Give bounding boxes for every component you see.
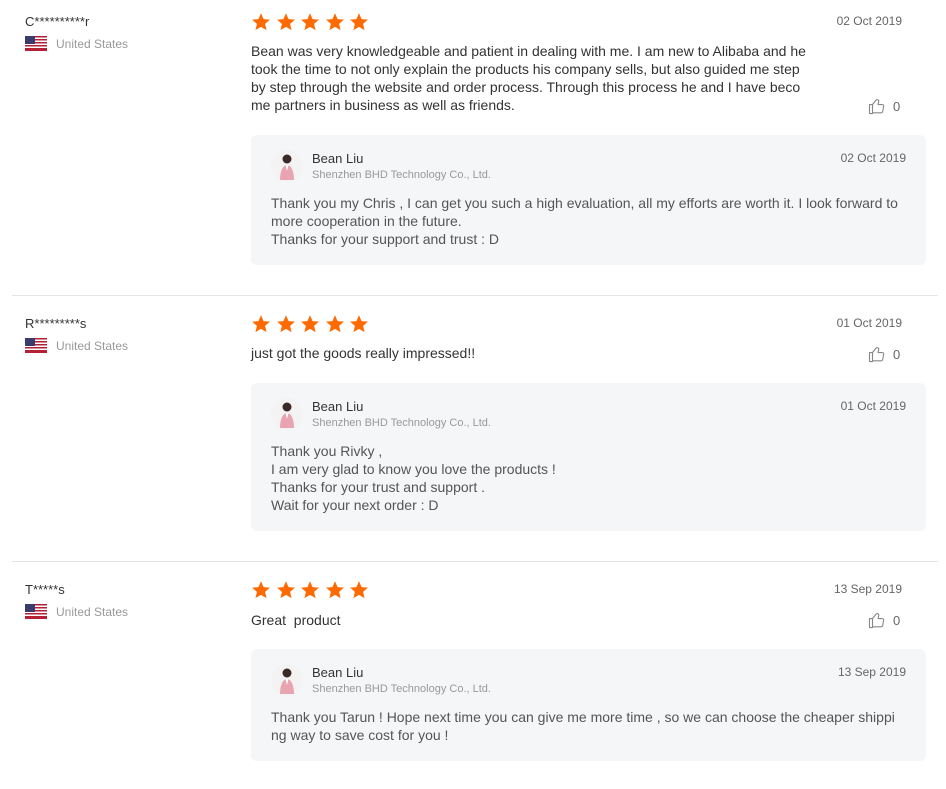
star-icon: [252, 315, 270, 333]
reply-text: Thank you my Chris , I can get you such …: [271, 195, 898, 247]
buyer-name: C**********r: [25, 14, 90, 29]
buyer-info: T*****s United States: [25, 582, 128, 619]
country-name: United States: [56, 338, 129, 353]
star-icon: [350, 581, 368, 599]
star-icon: [325, 581, 344, 599]
seller-reply: Bean Liu Shenzhen BHD Technology Co., Lt…: [251, 383, 926, 531]
buyer-country: United States: [25, 604, 225, 619]
seller-company: Shenzhen BHD Technology Co., Ltd.: [312, 417, 491, 429]
buyer-name: T*****s: [25, 582, 65, 597]
buyer-country: United States: [25, 36, 225, 51]
seller-avatar: [271, 664, 303, 696]
star-icon: [276, 581, 295, 599]
review-date: 02 Oct 2019: [836, 14, 902, 28]
buyer-info: C**********r United States: [25, 14, 128, 51]
reply-date: 01 Oct 2019: [840, 399, 906, 413]
star-icon: [252, 13, 270, 31]
divider: [12, 295, 938, 296]
country-name: United States: [56, 604, 129, 619]
review-date: 13 Sep 2019: [833, 582, 902, 596]
seller-name: Bean Liu: [312, 399, 364, 414]
us-flag-icon: [25, 36, 47, 51]
like-count: 0: [893, 346, 901, 362]
seller-reply: Bean Liu Shenzhen BHD Technology Co., Lt…: [251, 135, 926, 265]
reply-text: Thank you Tarun ! Hope next time you can…: [271, 709, 895, 743]
us-flag-icon: [25, 338, 47, 353]
like-count: 0: [893, 98, 901, 114]
like-button[interactable]: 0: [868, 611, 900, 629]
star-icon: [301, 13, 319, 31]
seller-company: Shenzhen BHD Technology Co., Ltd.: [312, 169, 491, 181]
star-icon: [325, 315, 344, 333]
like-count: 0: [893, 612, 901, 628]
review-text: just got the goods really impressed!!: [251, 345, 476, 361]
star-icon: [350, 13, 368, 31]
rating-stars: [251, 12, 374, 32]
us-flag-icon: [25, 604, 47, 619]
buyer-name: R*********s: [25, 316, 87, 331]
review-date: 01 Oct 2019: [836, 316, 902, 330]
review-text: Great product: [251, 612, 341, 628]
divider: [12, 561, 938, 562]
rating-stars: [251, 580, 374, 600]
star-icon: [276, 315, 295, 333]
rating-stars: [251, 314, 374, 334]
thumbs-up-icon: [868, 613, 885, 629]
star-icon: [252, 581, 270, 599]
like-button[interactable]: 0: [868, 345, 900, 363]
star-icon: [350, 315, 368, 333]
star-icon: [301, 315, 319, 333]
seller-avatar: [271, 398, 303, 430]
star-icon: [276, 13, 295, 31]
buyer-country: United States: [25, 338, 225, 353]
seller-name: Bean Liu: [312, 665, 364, 680]
country-name: United States: [56, 36, 129, 51]
thumbs-up-icon: [868, 347, 885, 363]
review-text: Bean was very knowledgeable and patient …: [251, 43, 806, 113]
star-icon: [301, 581, 319, 599]
like-button[interactable]: 0: [868, 97, 900, 115]
seller-reply: Bean Liu Shenzhen BHD Technology Co., Lt…: [251, 649, 926, 761]
buyer-info: R*********s United States: [25, 316, 128, 353]
seller-avatar: [271, 150, 303, 182]
reply-text: Thank you Rivky , I am very glad to know…: [271, 443, 556, 513]
star-icon: [325, 13, 344, 31]
seller-company: Shenzhen BHD Technology Co., Ltd.: [312, 683, 491, 695]
thumbs-up-icon: [868, 99, 885, 115]
reply-date: 02 Oct 2019: [840, 151, 906, 165]
reply-date: 13 Sep 2019: [837, 665, 906, 679]
seller-name: Bean Liu: [312, 151, 364, 166]
